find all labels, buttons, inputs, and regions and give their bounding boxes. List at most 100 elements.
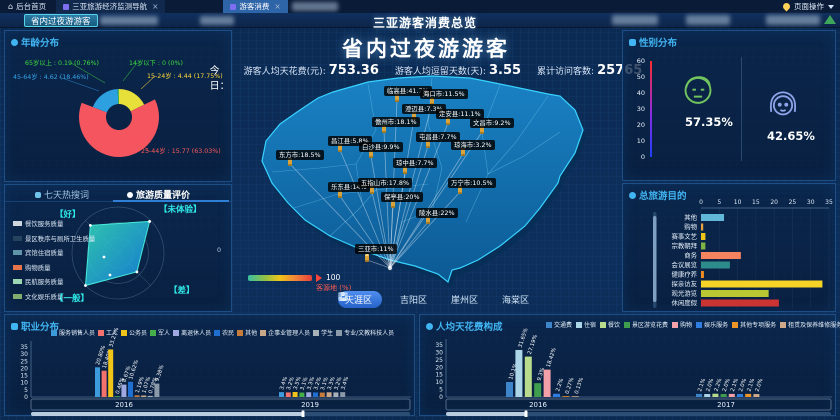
bar[interactable] — [279, 392, 284, 397]
bar[interactable] — [292, 392, 298, 397]
bar[interactable] — [340, 392, 346, 397]
purpose-bar[interactable] — [701, 280, 823, 288]
bar[interactable] — [553, 393, 560, 397]
bar[interactable] — [712, 393, 719, 397]
bar[interactable] — [737, 394, 743, 397]
bar[interactable] — [141, 395, 147, 397]
legend-item[interactable]: 学生 — [313, 328, 333, 337]
slider-handle[interactable] — [301, 410, 305, 418]
slider-handle[interactable] — [524, 410, 528, 418]
bar[interactable] — [121, 384, 127, 397]
legend-item[interactable]: 交通费 — [546, 320, 572, 329]
bar[interactable] — [534, 383, 542, 397]
bar[interactable] — [95, 367, 100, 397]
bar[interactable] — [524, 356, 532, 397]
legend-item[interactable]: 景区游览花费 — [624, 320, 668, 329]
datazoom-slider[interactable] — [446, 412, 526, 416]
legend-item[interactable]: 服务销售人员 — [51, 328, 95, 337]
legend-item[interactable]: 购物质量 — [13, 263, 95, 272]
bar[interactable] — [562, 396, 570, 397]
purpose-bar[interactable] — [701, 233, 706, 240]
legend-item[interactable]: 购物 — [672, 320, 692, 329]
map-label[interactable]: 琼海市:3.2% — [451, 140, 495, 150]
purpose-bar[interactable] — [701, 261, 730, 269]
bar[interactable] — [147, 395, 153, 397]
map-label[interactable]: 保亭县:20% — [381, 192, 423, 202]
bar[interactable] — [154, 383, 160, 397]
map-label[interactable]: 东方市:18.5% — [276, 150, 324, 160]
bar[interactable] — [108, 349, 114, 397]
bar[interactable] — [745, 393, 752, 397]
legend-item[interactable]: 工人 — [98, 328, 118, 337]
legend-label: 购物质量 — [25, 263, 51, 272]
tab-monitor-nav[interactable]: 三亚旅游经济监测导航 × — [56, 0, 166, 13]
bar[interactable] — [128, 381, 133, 397]
legend-item[interactable]: 宾馆住宿质量 — [13, 248, 95, 257]
legend-item[interactable]: 企事业管理人员 — [260, 328, 310, 337]
purpose-bar[interactable] — [701, 299, 779, 307]
map-label[interactable]: 白沙县:9.9% — [359, 142, 403, 152]
hand-icon — [781, 1, 792, 12]
legend-item[interactable]: 专业/文教科技人员 — [336, 328, 394, 337]
bar[interactable] — [306, 392, 312, 397]
purpose-bar[interactable] — [701, 271, 704, 278]
purpose-bar[interactable] — [701, 214, 725, 221]
bar[interactable] — [333, 392, 339, 397]
close-icon[interactable]: × — [274, 2, 280, 11]
home-nav-item[interactable]: ⌂ 后台首页 — [0, 0, 54, 13]
tab-hot-search-words[interactable]: 七天热搜词 — [35, 188, 89, 201]
page-operations[interactable]: 页面操作 — [781, 1, 840, 12]
legend-item[interactable]: 军人 — [150, 328, 170, 337]
purpose-bar[interactable] — [701, 252, 741, 259]
bar[interactable] — [753, 394, 760, 397]
close-icon[interactable]: × — [152, 2, 158, 11]
map-label[interactable]: 三亚市:11% — [355, 244, 397, 254]
map-label[interactable]: 儋州市:18.1% — [372, 117, 420, 127]
purpose-bar[interactable] — [701, 290, 769, 297]
tab-tourist-consumption[interactable]: 游客消费 × — [223, 0, 288, 13]
vertical-datazoom-slider[interactable] — [653, 216, 657, 302]
legend-item[interactable]: 农民 — [214, 328, 234, 337]
map-label[interactable]: 万宁市:10.5% — [448, 178, 496, 188]
legend-item[interactable]: 娱乐服务 — [696, 320, 728, 329]
bar[interactable] — [696, 393, 702, 397]
legend-item[interactable]: 餐饮 — [600, 320, 620, 329]
bar[interactable] — [299, 392, 305, 397]
legend-item[interactable]: 其他 — [237, 328, 257, 337]
bar[interactable] — [101, 370, 107, 397]
bar[interactable] — [720, 394, 727, 397]
district-tab-吉阳区[interactable]: 吉阳区 — [338, 291, 433, 308]
bar[interactable] — [114, 396, 120, 397]
datazoom-slider[interactable] — [31, 412, 303, 416]
bar[interactable] — [728, 393, 735, 397]
bar[interactable] — [326, 392, 332, 397]
subnav-item-overnight-tourists[interactable]: 省内过夜游游客 — [24, 14, 98, 27]
legend-item[interactable]: 公务员 — [121, 328, 147, 337]
purpose-bar[interactable] — [701, 242, 706, 250]
bar[interactable] — [285, 392, 291, 397]
map-label[interactable]: 琼中县:7.7% — [393, 158, 437, 168]
city-marker[interactable] — [365, 253, 369, 263]
map-label[interactable]: 五指山市:17.8% — [358, 178, 413, 188]
legend-item[interactable]: 餐饮服务质量 — [13, 219, 95, 228]
legend-item[interactable]: 离退休人员 — [173, 328, 211, 337]
bar[interactable] — [571, 396, 579, 397]
bar[interactable] — [515, 349, 523, 397]
bar[interactable] — [313, 392, 318, 397]
legend-item[interactable]: 其他专项服务 — [732, 320, 776, 329]
bar[interactable] — [506, 381, 513, 397]
legend-item[interactable]: 租赁及保养维修服务 — [780, 320, 840, 329]
bar[interactable] — [134, 395, 140, 397]
bar[interactable] — [543, 369, 551, 397]
district-tab-海棠区[interactable]: 海棠区 — [340, 291, 535, 308]
map-label[interactable]: 陵水县:22% — [416, 208, 458, 218]
legend-item[interactable]: 民航服务质量 — [13, 277, 95, 286]
bar[interactable] — [319, 392, 325, 397]
map-label[interactable]: 文昌市:9.2% — [470, 118, 514, 128]
bar[interactable] — [704, 394, 711, 397]
legend-item[interactable]: 住宿 — [576, 320, 596, 329]
district-tab-崖州区[interactable]: 崖州区 — [338, 291, 484, 308]
legend-item[interactable]: 景区秩序与厕所卫生质量 — [13, 234, 95, 243]
map-label[interactable]: 海口市:11.5% — [420, 89, 468, 99]
purpose-bar[interactable] — [701, 223, 704, 231]
